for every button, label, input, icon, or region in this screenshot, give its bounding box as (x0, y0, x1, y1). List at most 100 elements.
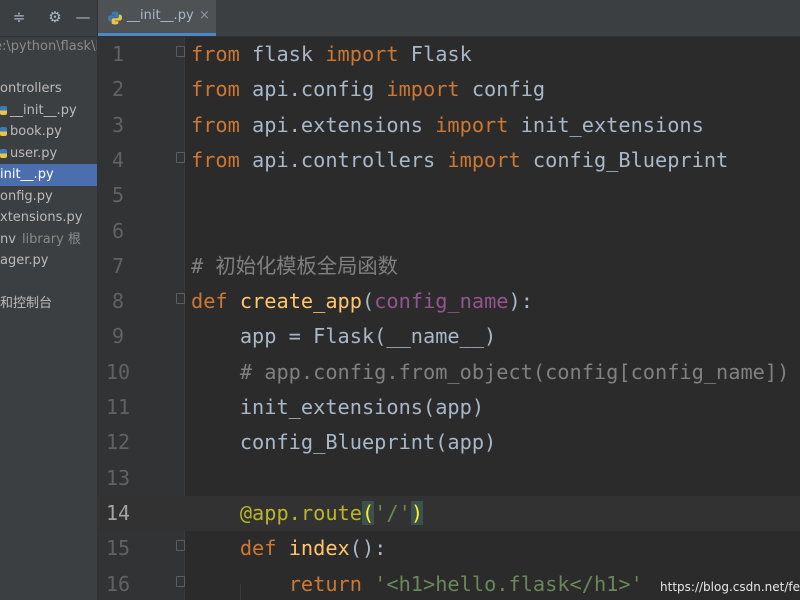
python-file-icon (0, 105, 7, 115)
tree-item[interactable]: nv library 根 (0, 229, 97, 251)
code-token: # app.config.from_object(config[config_n… (191, 359, 790, 384)
line-number[interactable]: 11 (98, 390, 138, 425)
collapse-all-icon[interactable]: ≑ (8, 6, 30, 28)
code-token: import (325, 42, 399, 66)
code-text: # 初始化模板全局函数 (191, 249, 398, 284)
code-token: (): (349, 536, 387, 561)
code-text: from api.extensions import init_extensio… (191, 108, 704, 143)
code-token: import (447, 147, 521, 172)
line-number[interactable]: 2 (98, 72, 138, 107)
line-number[interactable]: 16 (98, 567, 138, 600)
code-line[interactable]: 2 from api.config import config (98, 72, 800, 107)
line-number[interactable]: 8 (98, 284, 138, 319)
line-number[interactable]: 4 (98, 143, 138, 178)
code-token: from (191, 77, 240, 102)
code-text: config_Blueprint(app) (191, 425, 496, 460)
line-number[interactable]: 1 (98, 37, 138, 72)
code-line[interactable]: 4 from api.controllers import config_Blue… (98, 143, 800, 178)
code-editor[interactable]: 1 from flask import Flask 2 from api.config… (98, 37, 800, 600)
code-line[interactable]: 13 (98, 461, 800, 496)
code-token: from (191, 147, 240, 172)
code-line[interactable]: 1 from flask import Flask (98, 37, 800, 72)
code-token: flask (239, 42, 326, 66)
fold-marker-icon[interactable] (176, 151, 185, 163)
code-token: config_name (374, 289, 509, 314)
code-line[interactable]: 3 from api.extensions import init_extensi… (98, 108, 800, 143)
code-text: app = Flask(__name__) (191, 319, 496, 354)
line-number[interactable]: 13 (98, 461, 138, 496)
code-text: init_extensions(app) (191, 390, 484, 425)
code-token: ( (361, 289, 375, 314)
line-number[interactable]: 12 (98, 425, 138, 460)
tree-item[interactable]: xtensions.py (0, 207, 97, 229)
code-token: return (288, 571, 362, 596)
code-line[interactable]: 7 # 初始化模板全局函数 (98, 249, 800, 284)
line-number[interactable]: 7 (98, 249, 138, 284)
tree-item-extra: library 根 (21, 231, 81, 247)
code-token: import (386, 77, 460, 102)
code-token: '/' (374, 500, 411, 525)
tab-title: __init__.py (127, 8, 194, 23)
code-token: def (191, 289, 228, 314)
python-file-icon (0, 127, 7, 136)
code-line[interactable]: 10 # app.config.from_object(config[confi… (98, 355, 800, 390)
fold-marker-icon[interactable] (176, 575, 185, 587)
code-line[interactable]: 9 app = Flask(__name__) (98, 319, 800, 354)
code-line[interactable]: 5 (98, 178, 800, 213)
line-number[interactable]: 6 (98, 214, 138, 249)
code-line[interactable]: 14 @app.route('/') (98, 495, 800, 532)
tree-item-label: ontrollers (0, 81, 62, 96)
fold-marker-icon[interactable] (176, 293, 185, 305)
code-token: from (191, 112, 240, 137)
tree-item-label: nv (0, 231, 16, 247)
code-token: '<h1>hello.flask</h1>' (374, 571, 643, 596)
tab-init-py[interactable]: __init__.py × (98, 0, 216, 36)
line-number[interactable]: 9 (98, 319, 138, 354)
code-line[interactable]: 12 config_Blueprint(app) (98, 425, 800, 460)
line-number[interactable]: 14 (98, 496, 138, 531)
code-line[interactable]: 15 def index(): (98, 531, 800, 566)
code-token: Flask (398, 42, 472, 66)
code-token: config_Blueprint (520, 147, 729, 172)
code-line[interactable]: 6 (98, 214, 800, 249)
code-token: config_Blueprint(app) (191, 430, 497, 455)
fold-marker-icon[interactable] (176, 540, 185, 552)
code-line[interactable]: 8 def create_app(config_name): (98, 284, 800, 319)
project-sidebar: ≑ ⚙ — e:\python\flask\Pi ontrollers __ini… (0, 0, 98, 600)
code-token: ) (410, 500, 424, 525)
code-token: from (191, 42, 240, 66)
gear-icon[interactable]: ⚙ (44, 6, 66, 28)
tree-item-label: book.py (10, 124, 62, 139)
code-token: def (239, 536, 277, 561)
line-number[interactable]: 15 (98, 531, 138, 566)
line-number[interactable]: 3 (98, 108, 138, 143)
code-line[interactable]: 11 init_extensions(app) (98, 390, 800, 425)
code-token: api.controllers (239, 147, 448, 172)
tree-item-label: xtensions.py (0, 210, 83, 225)
code-text: # app.config.from_object(config[config_n… (191, 355, 789, 390)
tree-item[interactable]: book.py (0, 121, 97, 143)
line-number[interactable]: 10 (98, 355, 138, 390)
code-token: api.config (239, 77, 387, 102)
code-text: def create_app(config_name): (191, 284, 533, 319)
close-icon[interactable]: × (199, 8, 210, 23)
tree-item[interactable]: ontrollers (0, 78, 97, 100)
code-token: init_extensions (508, 112, 704, 137)
tree-item[interactable]: user.py (0, 143, 97, 165)
tree-item[interactable]: onfig.py (0, 186, 97, 208)
minimize-icon[interactable]: — (72, 6, 94, 28)
code-text: @app.route('/') (191, 496, 424, 531)
python-file-icon (0, 148, 7, 158)
tree-item[interactable]: ager.py (0, 250, 97, 272)
tree-item[interactable]: __init__.py (0, 100, 97, 122)
tree-item[interactable]: 和控制台 (0, 293, 97, 315)
tree-item[interactable]: init__.py (0, 164, 97, 186)
code-token: config (459, 77, 546, 102)
fold-marker-icon[interactable] (176, 46, 185, 57)
code-token: app = Flask(__name__) (191, 324, 497, 349)
tree-item[interactable] (0, 272, 97, 294)
line-number[interactable]: 5 (98, 178, 138, 213)
code-text: from flask import Flask (191, 37, 472, 72)
